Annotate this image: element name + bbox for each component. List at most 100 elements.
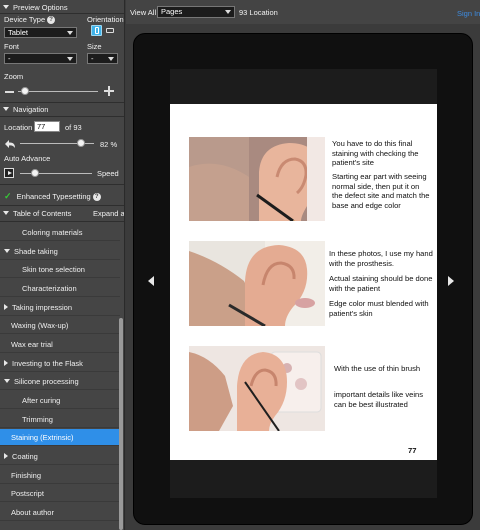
landscape-orientation-button[interactable]	[105, 27, 115, 35]
toc-item-label: Finishing	[11, 470, 42, 480]
zoom-slider-track[interactable]	[18, 91, 98, 92]
play-button[interactable]	[4, 168, 14, 178]
toc-item-label: About author	[11, 507, 54, 517]
toc-item-trimming[interactable]: Trimming	[0, 411, 120, 428]
toc-item-waxing[interactable]: Waxing (Wax-up)	[0, 317, 120, 334]
block2-text-1: In these photos, I use my hand with the …	[329, 249, 433, 268]
chevron-down-icon	[108, 57, 114, 61]
toc-item-skin-tone-selection[interactable]: Skin tone selection	[0, 261, 120, 278]
toc-item-taking-impression[interactable]: Taking impression	[0, 299, 120, 316]
toc-item-label: Wax ear trial	[11, 339, 53, 349]
toolbar: View All Pages 93 Location Sign In	[126, 0, 480, 24]
zoom-slider-knob[interactable]	[21, 87, 29, 95]
toc-item-label: Waxing (Wax-up)	[11, 320, 69, 330]
help-icon[interactable]: ?	[92, 193, 101, 202]
collapsed-icon	[4, 453, 8, 459]
previous-page-icon[interactable]	[148, 276, 154, 286]
portrait-icon	[95, 27, 99, 34]
block3-text-1: With the use of thin brush	[334, 364, 421, 373]
divider	[0, 116, 124, 117]
toc-item-about-author[interactable]: About author	[0, 504, 120, 521]
toc-header[interactable]: Table of Contents	[0, 207, 71, 219]
collapse-icon	[3, 5, 9, 9]
font-label: Font	[4, 42, 20, 51]
next-page-icon[interactable]	[448, 276, 454, 286]
toc-item-characterization[interactable]: Characterization	[0, 280, 120, 297]
divider	[0, 13, 124, 14]
page-footer-band	[170, 460, 437, 498]
size-label: Size	[87, 42, 102, 51]
preview-options-title: Preview Options	[13, 2, 68, 12]
toc-item-investing-flask[interactable]: Investing to the Flask	[0, 355, 120, 372]
divider	[0, 184, 124, 185]
toc-item-coloring-materials[interactable]: Coloring materials	[0, 224, 120, 241]
page-number: 77	[408, 446, 417, 455]
toc-item-label: Staining (Extrinsic)	[11, 432, 74, 442]
toc-item-label: Coating	[12, 451, 38, 461]
speed-slider-knob[interactable]	[31, 169, 39, 177]
toc-item-label: Skin tone selection	[22, 264, 85, 274]
toc-item-finishing[interactable]: Finishing	[0, 467, 120, 484]
sign-in-link[interactable]: Sign In	[457, 9, 480, 18]
divider	[0, 205, 124, 206]
page-header-band	[170, 69, 437, 104]
chevron-down-icon	[225, 10, 231, 14]
view-all-label: View All	[130, 8, 157, 17]
expanded-icon	[4, 379, 10, 383]
location-input[interactable]: 77	[34, 121, 60, 132]
back-arrow-icon[interactable]	[4, 139, 16, 149]
preview-options-header[interactable]: Preview Options	[0, 1, 68, 13]
divider	[0, 221, 124, 222]
toc-item-label: Postscript	[11, 488, 44, 498]
landscape-icon	[106, 28, 114, 33]
play-icon	[8, 171, 12, 175]
toc-item-after-curing[interactable]: After curing	[0, 392, 120, 409]
enhanced-typesetting-row: ✓ Enhanced Typesetting?	[4, 191, 101, 202]
navigation-title: Navigation	[13, 104, 49, 114]
location-slider-knob[interactable]	[77, 139, 85, 147]
font-select[interactable]: -	[4, 53, 77, 64]
toc-item-wax-ear-trial[interactable]: Wax ear trial	[0, 336, 120, 353]
toc-item-label: After curing	[22, 395, 61, 405]
speed-label: Speed	[97, 169, 119, 178]
zoom-label: Zoom	[4, 72, 24, 81]
toc-item-label: Investing to the Flask	[12, 358, 83, 368]
auto-advance-label: Auto Advance	[4, 154, 51, 163]
toc-item-label: Characterization	[22, 283, 77, 293]
toc-item-staining-extrinsic[interactable]: Staining (Extrinsic)	[0, 429, 120, 446]
collapse-icon	[3, 211, 9, 215]
chevron-down-icon	[67, 31, 73, 35]
navigation-header[interactable]: Navigation	[0, 103, 48, 115]
toc-item-coating[interactable]: Coating	[0, 448, 120, 465]
location-percent: 82 %	[100, 140, 118, 149]
device-type-select[interactable]: Tablet	[4, 27, 77, 38]
font-value: -	[8, 54, 11, 63]
chevron-down-icon	[67, 57, 73, 61]
collapsed-icon	[4, 304, 8, 310]
toc-item-label: Shade taking	[14, 246, 58, 256]
toc-item-shade-taking[interactable]: Shade taking	[0, 243, 120, 260]
ear-staining-photo-3	[189, 346, 325, 431]
enhanced-typesetting-label: Enhanced Typesetting	[16, 192, 91, 201]
size-select[interactable]: -	[87, 53, 118, 64]
size-value: -	[91, 54, 94, 63]
toc-item-postscript[interactable]: Postscript	[0, 485, 120, 502]
toc-item-label: Taking impression	[12, 302, 73, 312]
expand-all-button[interactable]: Expand all	[93, 209, 124, 218]
expanded-icon	[4, 249, 10, 253]
zoom-out-icon[interactable]	[5, 91, 14, 93]
location-count: 93 Location	[239, 8, 278, 17]
toc-item-label: Silicone processing	[14, 376, 79, 386]
help-icon[interactable]: ?	[47, 16, 56, 25]
zoom-in-icon[interactable]	[104, 86, 114, 96]
portrait-orientation-button[interactable]	[91, 25, 102, 36]
toc-item-label: Coloring materials	[22, 227, 83, 237]
location-label: Location	[4, 123, 33, 132]
toc-item-silicone-processing[interactable]: Silicone processing	[0, 373, 120, 390]
check-icon: ✓	[4, 191, 12, 201]
sidebar: Preview Options Device Type? Orientation…	[0, 0, 125, 530]
block3-text-2: important details like veins can be best…	[334, 390, 424, 409]
collapsed-icon	[4, 360, 8, 366]
toc-scrollbar[interactable]	[119, 318, 123, 530]
view-mode-select[interactable]: Pages	[157, 6, 235, 18]
